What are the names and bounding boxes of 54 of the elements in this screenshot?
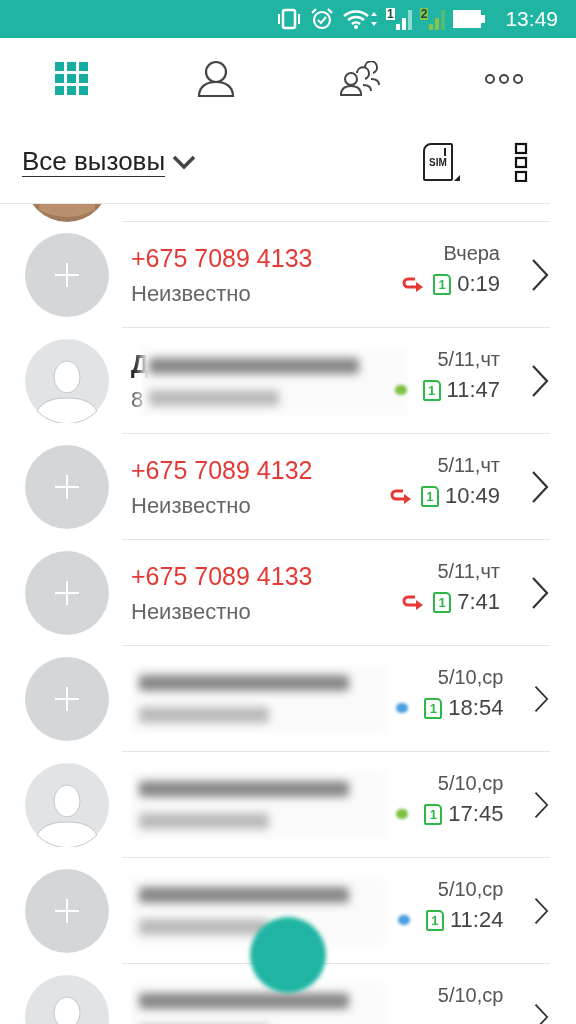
chevron-right-icon[interactable] — [530, 576, 550, 610]
call-date: Вчера — [443, 242, 500, 265]
clock-time: 13:49 — [505, 7, 558, 31]
sim-badge: 1 — [433, 591, 452, 613]
call-date: 5/11,чт — [437, 454, 500, 477]
chevron-right-icon[interactable] — [530, 364, 550, 398]
person-icon — [196, 60, 236, 98]
call-duration: 11:47 — [446, 377, 500, 403]
call-duration: 10:49 — [444, 483, 500, 509]
sim-badge: 1 — [420, 485, 439, 507]
contact-avatar-icon — [25, 763, 109, 847]
caller-number: Неизвестно — [131, 492, 252, 519]
chevron-down-icon — [171, 153, 198, 170]
sim-badge: 1 — [424, 803, 443, 825]
menu-icon[interactable] — [514, 141, 528, 182]
call-date: 5/11,чт — [437, 560, 500, 583]
sim-badge: 1 — [425, 909, 444, 931]
unknown-contact-icon — [25, 551, 109, 635]
unknown-contact-icon — [25, 445, 109, 529]
call-date: 5/10,ср — [437, 772, 504, 795]
call-date: 5/10,ср — [437, 878, 504, 901]
vibrate-icon — [276, 8, 303, 30]
wifi-icon — [342, 8, 379, 30]
caller-name: +675 7089 4133 — [131, 561, 314, 591]
unknown-contact-icon — [25, 869, 109, 953]
chevron-right-icon[interactable] — [530, 470, 550, 504]
more-icon — [484, 73, 524, 85]
call-date: 5/10,ср — [437, 666, 504, 689]
group-icon — [339, 61, 381, 97]
call-duration: 17:45 — [448, 801, 504, 827]
caller-name: Д — [131, 349, 150, 379]
sim-badge: 1 — [422, 379, 441, 401]
call-duration: 0:19 — [457, 271, 500, 297]
unknown-contact-icon — [25, 657, 109, 741]
call-date: 5/11,чт — [437, 348, 500, 371]
call-duration: 18:54 — [448, 695, 504, 721]
chevron-right-icon[interactable] — [530, 258, 550, 292]
call-duration: 11:24 — [449, 907, 504, 933]
caller-number: Неизвестно — [131, 280, 252, 307]
call-duration: 7:41 — [457, 589, 500, 615]
caller-name: +675 7089 4133 — [131, 243, 314, 273]
contact-avatar-icon — [25, 339, 109, 423]
caller-number: Неизвестно — [131, 598, 252, 625]
caller-number: 8 — [131, 386, 145, 413]
call-filter-dropdown[interactable]: Все вызовы — [22, 146, 198, 177]
call-date: 5/10,ср — [437, 984, 504, 1007]
sim-badge: 1 — [433, 273, 452, 295]
alarm-icon — [310, 7, 335, 31]
battery-icon — [453, 9, 488, 29]
caller-name: +675 7089 4132 — [131, 455, 314, 485]
keypad-icon — [55, 62, 89, 96]
unknown-contact-icon — [25, 233, 109, 317]
sim-badge: 1 — [424, 697, 443, 719]
corner-triangle-icon — [454, 174, 460, 181]
